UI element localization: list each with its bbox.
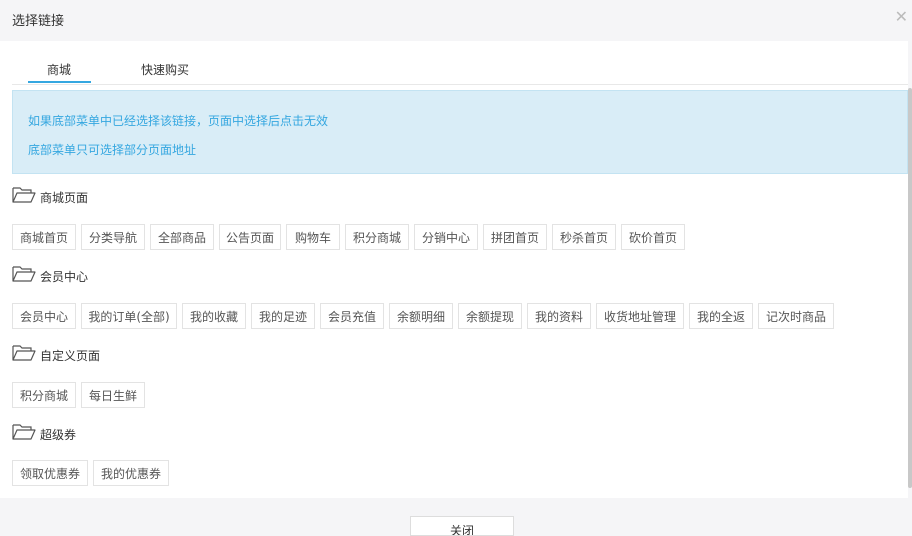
folder-open-icon [12,424,36,440]
link-chip[interactable]: 分类导航 [81,224,145,250]
section-title: 商城页面 [40,191,89,205]
notice-line-1: 如果底部菜单中已经选择该链接，页面中选择后点击无效 [28,114,329,128]
folder-open-icon [12,266,36,282]
tab-shop[interactable]: 商城 [47,61,71,78]
dialog-title: 选择链接 [12,14,65,29]
link-chip[interactable]: 砍价首页 [621,224,685,250]
section-title: 自定义页面 [40,349,101,363]
link-chip[interactable]: 领取优惠券 [12,460,88,486]
section-title: 超级券 [40,428,77,442]
notice-line-2: 底部菜单只可选择部分页面地址 [28,143,197,157]
link-chip[interactable]: 我的足迹 [251,303,315,329]
link-chip[interactable]: 商城首页 [12,224,76,250]
link-chip[interactable]: 每日生鲜 [81,382,145,408]
link-chip[interactable]: 我的资料 [527,303,591,329]
link-chip[interactable]: 我的订单(全部) [81,303,177,329]
link-chip[interactable]: 记次时商品 [758,303,834,329]
folder-open-icon [12,345,36,361]
dialog-header: 选择链接 ✕ [0,0,912,41]
scrollbar[interactable] [908,88,912,488]
link-chip[interactable]: 余额明细 [389,303,453,329]
link-chip[interactable]: 我的全返 [689,303,753,329]
link-chip[interactable]: 全部商品 [150,224,214,250]
link-chip[interactable]: 购物车 [286,224,340,250]
section-title: 会员中心 [40,270,89,284]
link-chip[interactable]: 公告页面 [219,224,281,250]
dialog-body: 商城 快速购买 如果底部菜单中已经选择该链接，页面中选择后点击无效 底部菜单只可… [0,41,908,498]
link-chip[interactable]: 会员充值 [320,303,384,329]
link-chip[interactable]: 余额提现 [458,303,522,329]
notice-box: 如果底部菜单中已经选择该链接，页面中选择后点击无效 底部菜单只可选择部分页面地址 [12,90,908,174]
folder-open-icon [12,187,36,203]
link-chip[interactable]: 积分商城 [12,382,76,408]
link-chip[interactable]: 分销中心 [414,224,478,250]
link-chip[interactable]: 收货地址管理 [596,303,684,329]
link-chip[interactable]: 积分商城 [345,224,409,250]
tab-quick-buy[interactable]: 快速购买 [141,61,189,78]
link-chip[interactable]: 秒杀首页 [552,224,616,250]
link-chip[interactable]: 会员中心 [12,303,76,329]
close-icon[interactable]: ✕ [895,7,908,26]
active-tab-indicator [28,81,91,83]
tab-bar: 商城 快速购买 [12,41,908,85]
link-chip[interactable]: 拼团首页 [483,224,547,250]
close-button[interactable]: 关闭 [410,516,514,536]
link-chip[interactable]: 我的优惠券 [93,460,169,486]
link-chip[interactable]: 我的收藏 [182,303,246,329]
